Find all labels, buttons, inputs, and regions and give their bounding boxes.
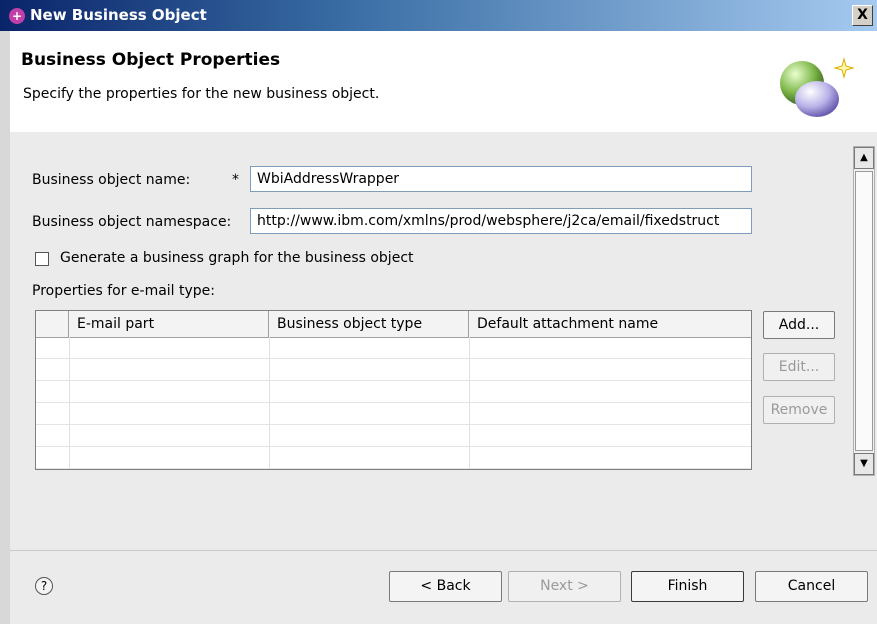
left-edge bbox=[0, 31, 10, 624]
business-graph-checkbox[interactable] bbox=[35, 252, 49, 266]
table-row[interactable] bbox=[36, 337, 751, 359]
remove-button[interactable]: Remove bbox=[763, 396, 835, 424]
column-divider bbox=[269, 337, 270, 469]
close-button[interactable]: X bbox=[852, 5, 873, 26]
page-description: Specify the properties for the new busin… bbox=[23, 86, 380, 102]
namespace-label: Business object namespace: bbox=[32, 214, 232, 230]
wizard-body: Business object name: * WbiAddressWrappe… bbox=[10, 132, 877, 624]
scroll-down-icon[interactable]: ▼ bbox=[854, 453, 874, 475]
table-row[interactable] bbox=[36, 425, 751, 447]
required-marker: * bbox=[232, 172, 239, 188]
footer-separator bbox=[10, 550, 877, 551]
business-object-spheres-icon bbox=[780, 57, 855, 117]
column-divider bbox=[469, 337, 470, 469]
email-parts-table[interactable]: E-mail part Business object type Default… bbox=[35, 310, 752, 470]
column-divider bbox=[69, 337, 70, 469]
table-row[interactable] bbox=[36, 381, 751, 403]
finish-button[interactable]: Finish bbox=[631, 571, 744, 602]
column-header-bo-type[interactable]: Business object type bbox=[269, 311, 469, 337]
title-bar: + New Business Object X bbox=[0, 0, 877, 31]
table-row[interactable] bbox=[36, 359, 751, 381]
business-graph-label: Generate a business graph for the busine… bbox=[60, 250, 414, 266]
column-header-attachment-name[interactable]: Default attachment name bbox=[469, 311, 751, 337]
help-icon[interactable]: ? bbox=[35, 577, 53, 595]
next-button[interactable]: Next > bbox=[508, 571, 621, 602]
name-label: Business object name: bbox=[32, 172, 191, 188]
business-object-name-input[interactable]: WbiAddressWrapper bbox=[250, 166, 752, 192]
add-button[interactable]: Add... bbox=[763, 311, 835, 339]
app-icon: + bbox=[9, 8, 25, 24]
table-row[interactable] bbox=[36, 447, 751, 469]
namespace-input[interactable]: http://www.ibm.com/xmlns/prod/websphere/… bbox=[250, 208, 752, 234]
edit-button[interactable]: Edit... bbox=[763, 353, 835, 381]
scroll-up-icon[interactable]: ▲ bbox=[854, 147, 874, 169]
window-title: New Business Object bbox=[30, 6, 207, 24]
row-selector-header bbox=[36, 311, 69, 337]
table-row[interactable] bbox=[36, 403, 751, 425]
page-title: Business Object Properties bbox=[21, 50, 281, 70]
table-header: E-mail part Business object type Default… bbox=[36, 311, 751, 338]
column-header-email-part[interactable]: E-mail part bbox=[69, 311, 269, 337]
cancel-button[interactable]: Cancel bbox=[755, 571, 868, 602]
scroll-thumb[interactable] bbox=[855, 171, 873, 451]
back-button[interactable]: < Back bbox=[389, 571, 502, 602]
properties-label: Properties for e-mail type: bbox=[32, 283, 216, 299]
wizard-header: Business Object Properties Specify the p… bbox=[10, 31, 877, 133]
vertical-scrollbar[interactable]: ▲ ▼ bbox=[853, 146, 875, 476]
